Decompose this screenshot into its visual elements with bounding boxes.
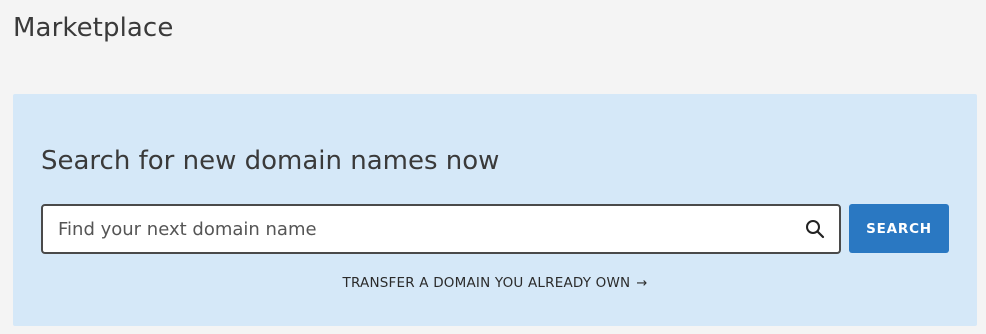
transfer-domain-link[interactable]: TRANSFER A DOMAIN YOU ALREADY OWN → (13, 275, 977, 291)
search-button[interactable]: SEARCH (849, 204, 949, 253)
search-icon[interactable] (805, 219, 825, 239)
page-title: Marketplace (13, 13, 174, 43)
arrow-right-icon: → (636, 276, 648, 291)
transfer-domain-label: TRANSFER A DOMAIN YOU ALREADY OWN (342, 275, 631, 291)
domain-search-input[interactable] (43, 206, 798, 252)
search-heading: Search for new domain names now (41, 146, 500, 176)
search-field[interactable] (41, 204, 841, 254)
domain-search-panel: Search for new domain names now SEARCH T… (13, 94, 977, 326)
